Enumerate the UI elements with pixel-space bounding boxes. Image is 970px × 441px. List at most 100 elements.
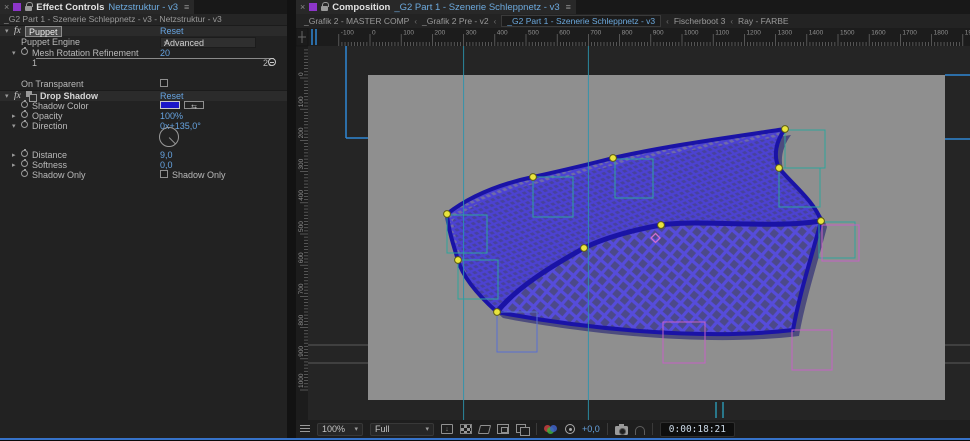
panel-doc-name: Netzstruktur - v3 — [108, 1, 179, 13]
puppet-pin[interactable] — [580, 244, 588, 252]
shadow-only-row: Shadow Only Shadow Only — [0, 168, 287, 181]
puppet-pin[interactable] — [657, 221, 665, 229]
panel-menu-icon[interactable]: ≡ — [184, 2, 189, 12]
breadcrumb-comp-3[interactable]: Fischerboot 3 — [674, 16, 726, 26]
composition-viewport[interactable]: -100 0 100 200 300 400 500 600 700 800 900 1000 1100… — [296, 28, 970, 420]
stopwatch-icon[interactable] — [21, 119, 28, 128]
stopwatch-icon[interactable] — [21, 148, 28, 157]
composition-navigator: _Grafik 2 - MASTER COMP ‹ _Grafik 2 Pre - … — [296, 14, 970, 28]
exposure-value[interactable]: +0,0 — [582, 424, 600, 434]
stopwatch-icon[interactable] — [21, 109, 28, 118]
ruler-label: 1900 — [965, 30, 970, 37]
resolution-select[interactable]: Full ▾ — [370, 422, 434, 436]
dial-hand — [168, 137, 176, 145]
slider-min-label: 1 — [32, 58, 38, 68]
stopwatch-icon[interactable] — [21, 168, 28, 177]
fx-badge[interactable]: fx — [14, 26, 21, 37]
composition-tabbar: × Composition _G2 Part 1 - Szenerie Schl… — [296, 0, 970, 14]
transparency-grid-icon[interactable] — [460, 424, 472, 434]
ruler-label: 100 — [403, 30, 414, 37]
chevron-down-icon[interactable]: ▾ — [12, 121, 16, 132]
region-of-interest-icon[interactable] — [497, 424, 509, 434]
ruler-label: 1300 — [778, 30, 793, 37]
chevron-down-icon[interactable]: ▾ — [5, 26, 9, 37]
panel-doc-name: _G2 Part 1 - Szenerie Schleppnetz - v3 — [394, 1, 560, 13]
lock-icon[interactable] — [25, 2, 34, 11]
magnification-select[interactable]: 100% ▾ — [317, 422, 363, 436]
effect-controls-tabbar: × Effect Controls Netzstruktur - v3 ≡ — [0, 0, 287, 14]
puppet-pin[interactable] — [529, 173, 537, 181]
breadcrumb-comp-4[interactable]: Ray - FARBE — [738, 16, 789, 26]
stopwatch-icon[interactable] — [21, 99, 28, 108]
ruler-label: 1500 — [840, 30, 855, 37]
eyedropper-icon[interactable]: ⇆ — [184, 101, 204, 111]
direction-dial[interactable] — [159, 127, 179, 147]
toolbar-divider — [651, 423, 653, 435]
slider-knob[interactable] — [268, 58, 276, 66]
reset-exposure-icon[interactable] — [565, 424, 575, 434]
ruler-label: 700 — [298, 283, 305, 294]
mesh-rotation-slider-row: 1 20 — [0, 58, 287, 74]
puppet-pin[interactable] — [817, 217, 825, 225]
breadcrumb-comp-2[interactable]: _G2 Part 1 - Szenerie Schleppnetz - v3 — [501, 15, 662, 27]
puppet-effect-name[interactable]: Puppet — [25, 26, 62, 37]
ruler-label: 1700 — [902, 30, 917, 37]
effect-controls-tab[interactable]: × Effect Controls Netzstruktur - v3 ≡ — [0, 0, 195, 14]
puppet-engine-label: Puppet Engine — [21, 37, 81, 47]
puppet-pin[interactable] — [443, 210, 451, 218]
shadow-color-swatch[interactable] — [160, 101, 180, 109]
puppet-engine-select[interactable]: Advanced ▾ — [160, 37, 256, 48]
ruler-label: -100 — [341, 30, 354, 37]
ruler-label: 1000 — [684, 30, 699, 37]
close-icon[interactable]: × — [4, 2, 9, 12]
ruler-label: 400 — [497, 30, 508, 37]
show-channel-icon[interactable] — [544, 424, 558, 434]
puppet-pin[interactable] — [493, 308, 501, 316]
puppet-pin[interactable] — [775, 164, 783, 172]
close-icon[interactable]: × — [300, 2, 305, 12]
flowchart-menu-icon[interactable] — [300, 425, 310, 433]
ruler-label: 600 — [298, 252, 305, 263]
puppet-effect-row[interactable]: ▾ fx Puppet Reset — [0, 25, 287, 37]
direction-row: ▾ Direction 0x+135,0° — [0, 119, 287, 132]
lock-icon[interactable] — [321, 2, 330, 11]
panel-title: Composition — [332, 1, 391, 13]
ruler-label: 1600 — [871, 30, 886, 37]
effect-controls-panel: × Effect Controls Netzstruktur - v3 ≡ _G… — [0, 0, 287, 438]
always-preview-icon[interactable]: ↓ — [441, 424, 453, 434]
ruler-label: 900 — [653, 30, 664, 37]
puppet-pin[interactable] — [609, 154, 617, 162]
chevron-down-icon: ▾ — [425, 426, 429, 433]
breadcrumb-separator: ‹ — [493, 16, 497, 26]
panel-divider[interactable] — [287, 0, 296, 438]
ruler-label: 1400 — [809, 30, 824, 37]
slider-track[interactable] — [36, 58, 274, 59]
grid-guides-options-icon[interactable] — [516, 423, 530, 436]
puppet-reset-link[interactable]: Reset — [160, 26, 184, 37]
ruler-label: 300 — [298, 158, 305, 169]
composition-tab[interactable]: × Composition _G2 Part 1 - Szenerie Schl… — [296, 0, 576, 14]
drop-shadow-effect-row[interactable]: ▾ fx Drop Shadow Reset — [0, 90, 287, 102]
show-snapshot-icon[interactable] — [634, 425, 645, 435]
breadcrumb-comp-1[interactable]: _Grafik 2 Pre - v2 — [422, 16, 489, 26]
stopwatch-icon[interactable] — [21, 158, 28, 167]
breadcrumb-comp-0[interactable]: _Grafik 2 - MASTER COMP — [304, 16, 409, 26]
ruler-label: 500 — [528, 30, 539, 37]
ruler-label: 1200 — [746, 30, 761, 37]
current-time-display[interactable]: 0:00:18:21 — [659, 421, 735, 437]
panel-menu-icon[interactable]: ≡ — [566, 2, 571, 12]
on-transparent-checkbox[interactable] — [160, 79, 168, 87]
snapshot-camera-icon[interactable] — [614, 423, 628, 435]
drop-shadow-effect-icon — [26, 91, 37, 102]
puppet-pin[interactable] — [781, 125, 789, 133]
composition-toolbar: 100% ▾ Full ▾ ↓ +0,0 0:00:18:21 — [296, 420, 970, 438]
effect-source-breadcrumb: _G2 Part 1 - Szenerie Schleppnetz - v3 -… — [0, 14, 287, 25]
stopwatch-icon[interactable] — [21, 46, 28, 55]
puppet-pin[interactable] — [454, 256, 462, 264]
shadow-only-checkbox[interactable] — [160, 170, 168, 178]
ruler-label: 800 — [622, 30, 633, 37]
on-transparent-label: On Transparent — [21, 79, 84, 89]
on-transparent-row: On Transparent — [0, 79, 287, 90]
mask-visibility-icon[interactable] — [477, 424, 492, 434]
ruler-label: 800 — [298, 314, 305, 325]
